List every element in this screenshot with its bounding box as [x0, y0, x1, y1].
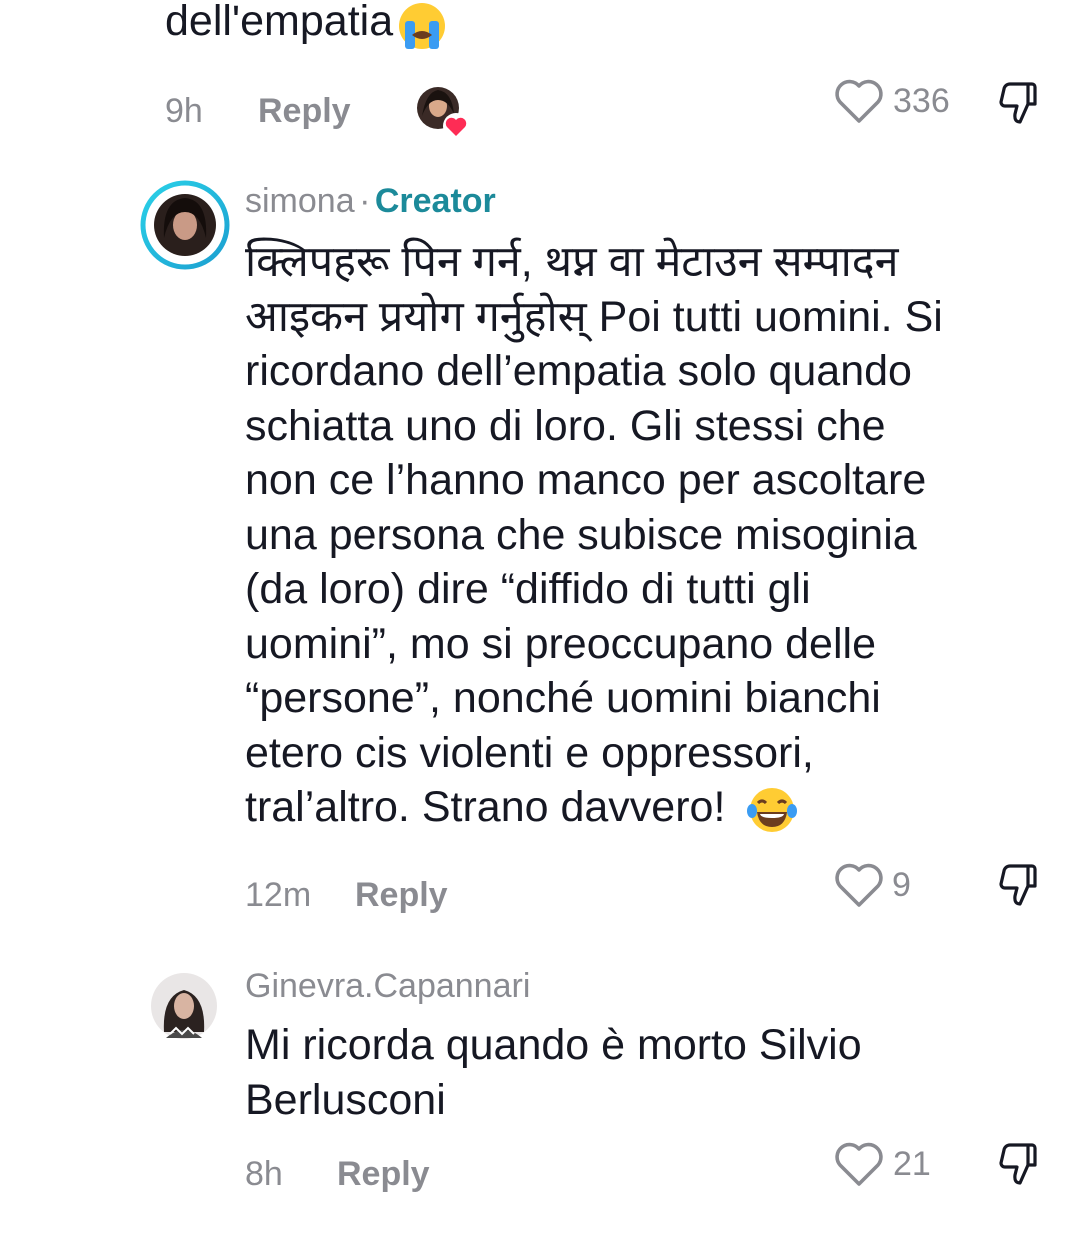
dislike-icon	[999, 1143, 1037, 1185]
dislike-button[interactable]	[996, 80, 1044, 128]
heart-outline-icon	[835, 1142, 883, 1186]
avatar	[140, 180, 230, 270]
reply-button[interactable]: Reply	[355, 876, 448, 915]
comment-text-fragment: dell'empatia	[165, 0, 394, 45]
comment-line: Berlusconi	[245, 1075, 446, 1124]
username[interactable]: simona	[245, 182, 355, 220]
comment-line: uomini”, mo si preoccupano delle	[245, 619, 876, 668]
avatar-heart-icon	[417, 87, 469, 139]
username[interactable]: Ginevra.Capannari	[245, 967, 530, 1006]
comment-body: Mi ricorda quando è morto Silvio Berlusc…	[245, 1018, 1055, 1127]
comment-timestamp: 8h	[245, 1155, 283, 1193]
comment-line: schiatta uno di loro. Gli stessi che	[245, 401, 886, 450]
comment-line: non ce l’hanno manco per ascoltare	[245, 456, 927, 504]
comment-last-line: tral’altro. Strano davvero!	[245, 780, 1055, 835]
reply-button[interactable]: Reply	[258, 92, 351, 131]
comment-timestamp: 9h	[165, 92, 203, 130]
comment-line: una persona che subisce misoginia	[245, 510, 917, 559]
comment-line: क्लिपहरू पिन गर्न, थप्न वा मेटाउन सम्पाद…	[245, 238, 899, 286]
like-button[interactable]	[834, 1141, 884, 1187]
creator-badge: Creator	[374, 182, 496, 220]
comment-header: simona · Creator	[245, 182, 496, 221]
reply-button[interactable]: Reply	[337, 1155, 430, 1194]
dislike-icon	[999, 864, 1037, 906]
heart-outline-icon	[835, 79, 883, 123]
comment-line: आइकन प्रयोग गर्नुहोस् Poi tutti uomini. …	[245, 292, 943, 341]
heart-outline-icon	[835, 863, 883, 907]
comment-timestamp: 12m	[245, 876, 312, 914]
like-button[interactable]	[834, 862, 884, 908]
avatar	[151, 973, 217, 1039]
laughing-emoji-icon	[745, 785, 799, 835]
dislike-icon	[999, 82, 1037, 124]
comment-line: etero cis violenti e oppressori,	[245, 728, 814, 777]
like-button[interactable]	[834, 78, 884, 124]
comment-body: क्लिपहरू पिन गर्न, थप्न वा मेटाउन सम्पाद…	[245, 235, 1055, 835]
dislike-button[interactable]	[996, 1141, 1044, 1189]
like-count: 9	[892, 866, 911, 904]
comment-line: ricordano dell’empatia solo quando	[245, 347, 912, 395]
comment-text-tail: dell'empatia	[165, 0, 449, 73]
creator-avatar[interactable]	[140, 180, 230, 270]
like-count: 21	[893, 1145, 931, 1183]
comment-line: “persone”, nonché uomini bianchi	[245, 674, 881, 722]
creator-liked-avatar[interactable]	[416, 86, 469, 139]
comment-line: tral’altro. Strano davvero!	[245, 783, 726, 831]
like-count: 336	[893, 82, 950, 120]
comment-line: Mi ricorda quando è morto Silvio	[245, 1021, 862, 1069]
user-avatar[interactable]	[150, 972, 218, 1040]
comment-line: (da loro) dire “diffido di tutti gli	[245, 565, 811, 613]
separator: ·	[359, 182, 371, 220]
crying-emoji-icon	[395, 0, 449, 53]
dislike-button[interactable]	[996, 862, 1044, 910]
